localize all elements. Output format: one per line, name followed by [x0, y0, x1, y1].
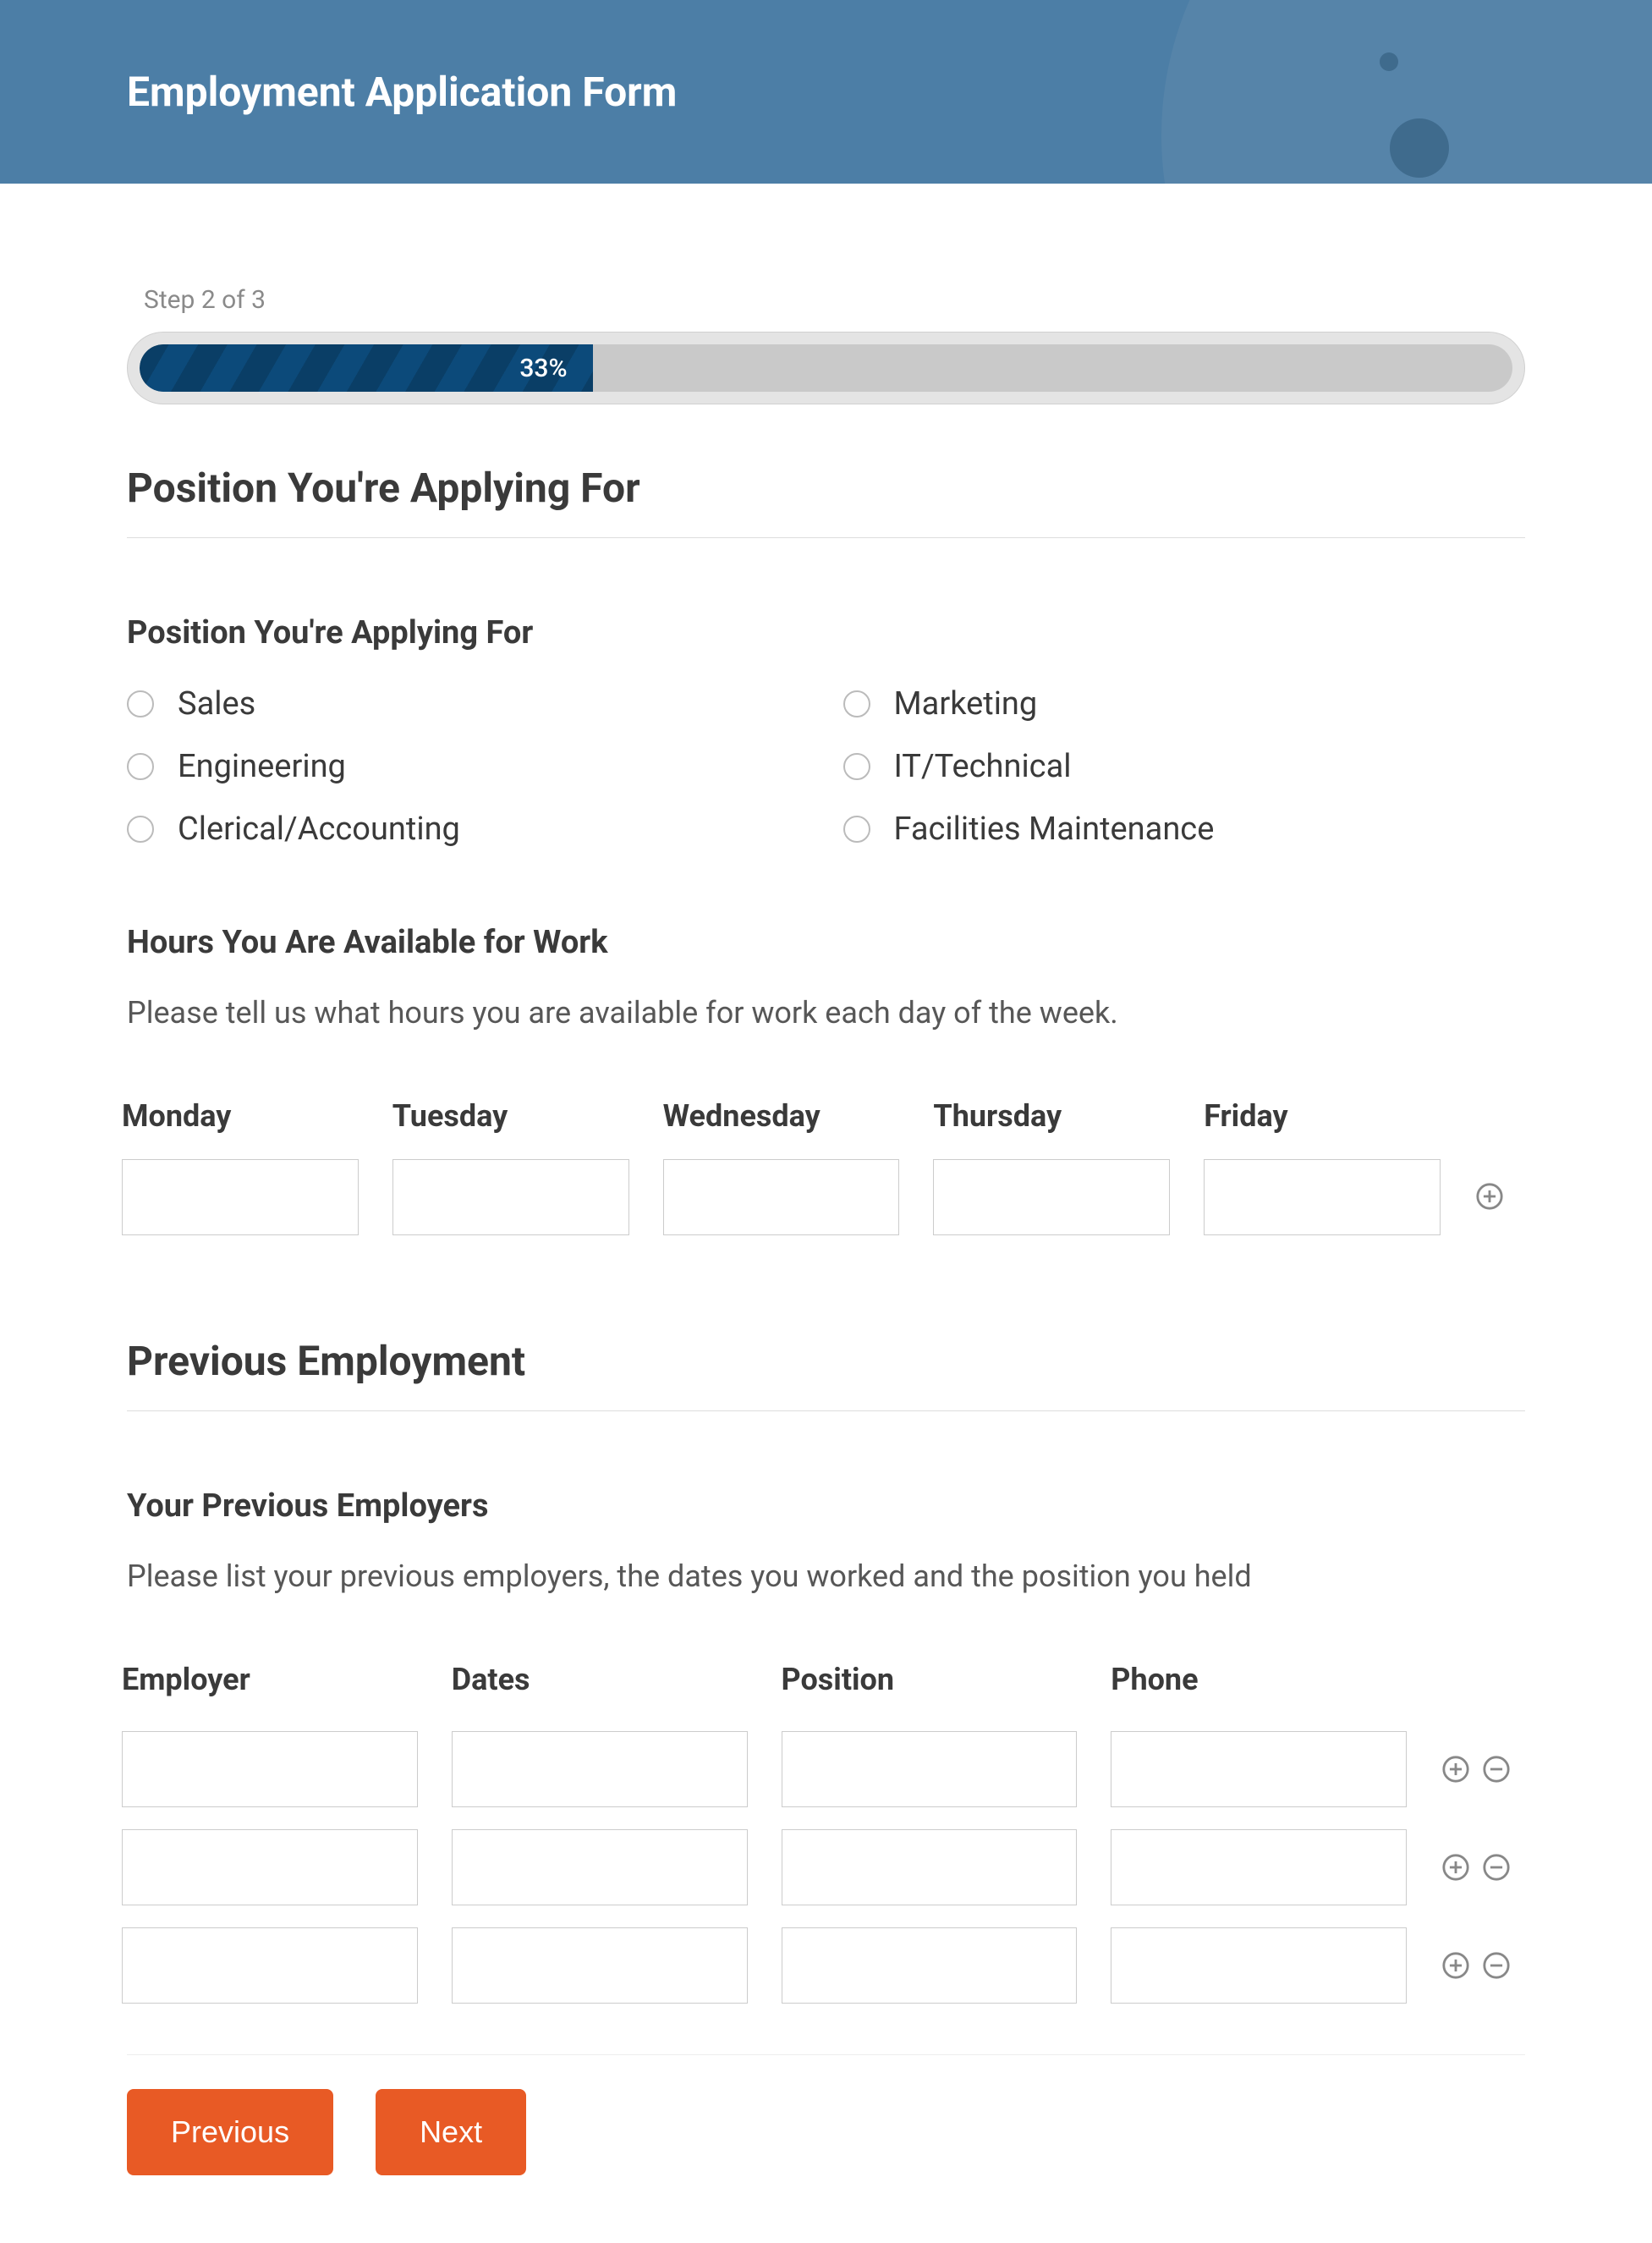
phone-input[interactable] [1111, 1927, 1407, 2004]
question-label-position: Position You're Applying For [127, 614, 1525, 651]
hours-input-wednesday[interactable] [663, 1159, 900, 1235]
phone-input[interactable] [1111, 1829, 1407, 1905]
remove-row-icon[interactable] [1481, 1852, 1512, 1883]
add-row-icon[interactable] [1441, 1852, 1471, 1883]
phone-input[interactable] [1111, 1731, 1407, 1807]
radio-label: Sales [178, 685, 255, 723]
dates-input[interactable] [452, 1731, 748, 1807]
progress-bar: 33% [127, 332, 1525, 404]
remove-row-icon[interactable] [1481, 1950, 1512, 1981]
radio-icon[interactable] [843, 690, 870, 717]
radio-label: Clerical/Accounting [178, 811, 460, 848]
dates-input[interactable] [452, 1829, 748, 1905]
radio-option-marketing[interactable]: Marketing [843, 685, 1526, 723]
day-header-tuesday: Tuesday [392, 1098, 629, 1134]
radio-label: Marketing [894, 685, 1038, 723]
radio-label: Facilities Maintenance [894, 811, 1215, 848]
day-header-wednesday: Wednesday [663, 1098, 900, 1134]
radio-label: Engineering [178, 748, 346, 785]
column-header-position: Position [782, 1662, 1078, 1697]
header-decoration-dot [1390, 118, 1449, 178]
radio-icon[interactable] [127, 816, 154, 843]
question-label-hours: Hours You Are Available for Work [127, 924, 1525, 961]
dates-input[interactable] [452, 1927, 748, 2004]
section-title-position: Position You're Applying For [127, 464, 1525, 538]
previous-button[interactable]: Previous [127, 2089, 333, 2175]
radio-icon[interactable] [127, 753, 154, 780]
form-header: Employment Application Form [0, 0, 1652, 184]
radio-option-sales[interactable]: Sales [127, 685, 810, 723]
employer-input[interactable] [122, 1829, 418, 1905]
radio-icon[interactable] [843, 753, 870, 780]
position-input[interactable] [782, 1731, 1078, 1807]
radio-option-clerical-accounting[interactable]: Clerical/Accounting [127, 811, 810, 848]
day-header-thursday: Thursday [933, 1098, 1170, 1134]
radio-label: IT/Technical [894, 748, 1072, 785]
step-label: Step 2 of 3 [144, 285, 1525, 315]
next-button[interactable]: Next [376, 2089, 526, 2175]
remove-row-icon[interactable] [1481, 1754, 1512, 1784]
column-header-employer: Employer [122, 1662, 418, 1697]
divider [127, 2054, 1525, 2055]
radio-option-engineering[interactable]: Engineering [127, 748, 810, 785]
day-header-friday: Friday [1204, 1098, 1441, 1134]
progress-fill: 33% [140, 344, 593, 392]
radio-icon[interactable] [843, 816, 870, 843]
hours-input-tuesday[interactable] [392, 1159, 629, 1235]
add-row-icon[interactable] [1441, 1754, 1471, 1784]
position-input[interactable] [782, 1829, 1078, 1905]
column-header-dates: Dates [452, 1662, 748, 1697]
position-input[interactable] [782, 1927, 1078, 2004]
hours-input-thursday[interactable] [933, 1159, 1170, 1235]
helper-text-hours: Please tell us what hours you are availa… [127, 995, 1525, 1031]
column-header-phone: Phone [1111, 1662, 1407, 1697]
add-row-icon[interactable] [1441, 1950, 1471, 1981]
employer-input[interactable] [122, 1927, 418, 2004]
section-title-previous-employment: Previous Employment [127, 1337, 1525, 1411]
radio-icon[interactable] [127, 690, 154, 717]
day-header-monday: Monday [122, 1098, 359, 1134]
hours-input-monday[interactable] [122, 1159, 359, 1235]
form-title: Employment Application Form [127, 68, 1525, 116]
helper-text-previous-employers: Please list your previous employers, the… [127, 1559, 1525, 1594]
radio-option-it-technical[interactable]: IT/Technical [843, 748, 1526, 785]
employer-input[interactable] [122, 1731, 418, 1807]
question-label-previous-employers: Your Previous Employers [127, 1487, 1525, 1525]
hours-input-friday[interactable] [1204, 1159, 1441, 1235]
progress-percent: 33% [519, 354, 567, 383]
radio-option-facilities-maintenance[interactable]: Facilities Maintenance [843, 811, 1526, 848]
add-row-icon[interactable] [1474, 1181, 1505, 1212]
